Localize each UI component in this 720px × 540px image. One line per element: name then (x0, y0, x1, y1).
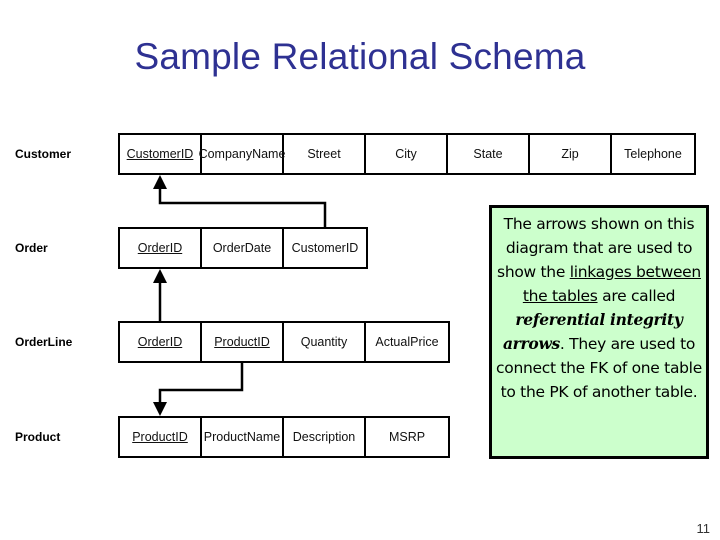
arrowhead-icon (153, 175, 167, 189)
arrow-order-customer (153, 175, 327, 227)
arrow-orderline-product (153, 363, 244, 416)
arrowhead-icon (153, 402, 167, 416)
note-text-2: are called (597, 287, 676, 305)
arrow-orderline-order (153, 269, 167, 321)
note-box: The arrows shown on this diagram that ar… (489, 205, 709, 459)
arrowhead-icon (153, 269, 167, 283)
page-number: 11 (696, 521, 711, 536)
